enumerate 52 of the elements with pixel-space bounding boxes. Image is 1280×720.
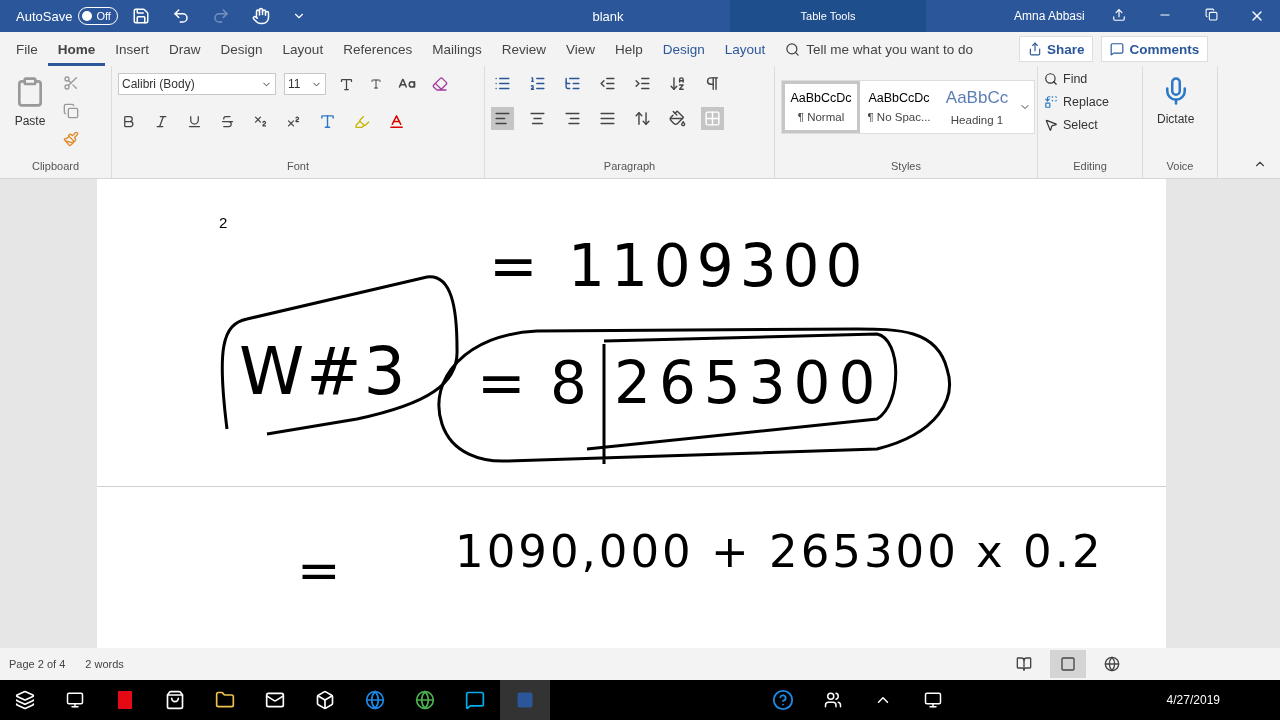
style-name: ¶ No Spac... xyxy=(867,111,931,123)
menu-tab[interactable]: Design xyxy=(652,32,715,66)
menu-tab[interactable]: Help xyxy=(605,32,653,66)
page-text: 2 xyxy=(219,214,228,231)
handwritten-text: = 8 xyxy=(477,354,590,412)
select-button[interactable]: Select xyxy=(1044,118,1098,132)
menu-tab[interactable]: Mailings xyxy=(422,32,492,66)
group-label: Styles xyxy=(890,160,922,174)
style-name: Heading 1 xyxy=(950,114,1004,126)
menu-tab[interactable]: File xyxy=(6,32,48,66)
window-title: blank xyxy=(591,8,625,24)
menu-tab[interactable]: Review xyxy=(491,32,556,66)
table-tools-label: Table Tools xyxy=(730,0,926,32)
handwritten-text: = xyxy=(297,544,341,596)
handwritten-text: = 1109300 xyxy=(489,237,869,295)
menu-tab[interactable]: Insert xyxy=(105,32,160,66)
menu-tab[interactable]: Draw xyxy=(159,32,211,66)
menu-tab[interactable]: Home xyxy=(47,32,106,66)
clock-date[interactable]: 4/27/2019 xyxy=(1166,693,1220,707)
style-item[interactable]: AaBbCcDc ¶ No Spac... xyxy=(860,81,938,133)
dictate-button[interactable]: Dictate xyxy=(1149,72,1203,160)
menu-tab[interactable]: References xyxy=(333,32,423,66)
group-label: Clipboard xyxy=(30,160,81,174)
handwritten-text: 1090,000 + 265300 x 0.2 xyxy=(455,529,1104,574)
font-size-field[interactable]: 11 xyxy=(284,73,326,95)
group-label: Font xyxy=(286,160,310,174)
style-name: ¶ Normal xyxy=(797,111,845,123)
share-button[interactable]: Share xyxy=(1018,36,1094,62)
font-name-field[interactable]: Calibri (Body) xyxy=(118,73,276,95)
menu-tab[interactable]: Design xyxy=(210,32,273,66)
handwritten-text: 265300 xyxy=(614,354,884,412)
style-preview: AaBbCcDc xyxy=(868,91,930,105)
menu-tab[interactable]: Layout xyxy=(714,32,776,66)
group-label: Paragraph xyxy=(602,160,657,174)
group-label: Voice xyxy=(1165,160,1195,174)
style-item[interactable]: AaBbCcDc ¶ Normal xyxy=(782,81,860,133)
menu-tab[interactable]: View xyxy=(556,32,605,66)
find-button[interactable]: Find xyxy=(1044,72,1088,86)
handwritten-text: W#3 xyxy=(239,339,408,405)
style-item[interactable]: AaBbCc Heading 1 xyxy=(938,81,1016,133)
style-preview: AaBbCc xyxy=(945,88,1009,108)
replace-button[interactable]: Replace xyxy=(1044,95,1109,109)
user-name[interactable]: Amna Abbasi xyxy=(1014,9,1085,23)
menu-tab[interactable]: Layout xyxy=(272,32,334,66)
style-preview: AaBbCcDc xyxy=(790,91,852,105)
group-label: Editing xyxy=(1072,160,1108,174)
tell-me-field[interactable]: Tell me what you want to do xyxy=(785,41,973,57)
paste-button[interactable]: Paste xyxy=(6,72,54,160)
comments-button[interactable]: Comments xyxy=(1101,36,1209,62)
page-count[interactable]: Page 2 of 4 xyxy=(9,658,66,670)
word-count[interactable]: 2 words xyxy=(85,658,124,670)
autosave-label: AutoSave xyxy=(16,8,73,24)
